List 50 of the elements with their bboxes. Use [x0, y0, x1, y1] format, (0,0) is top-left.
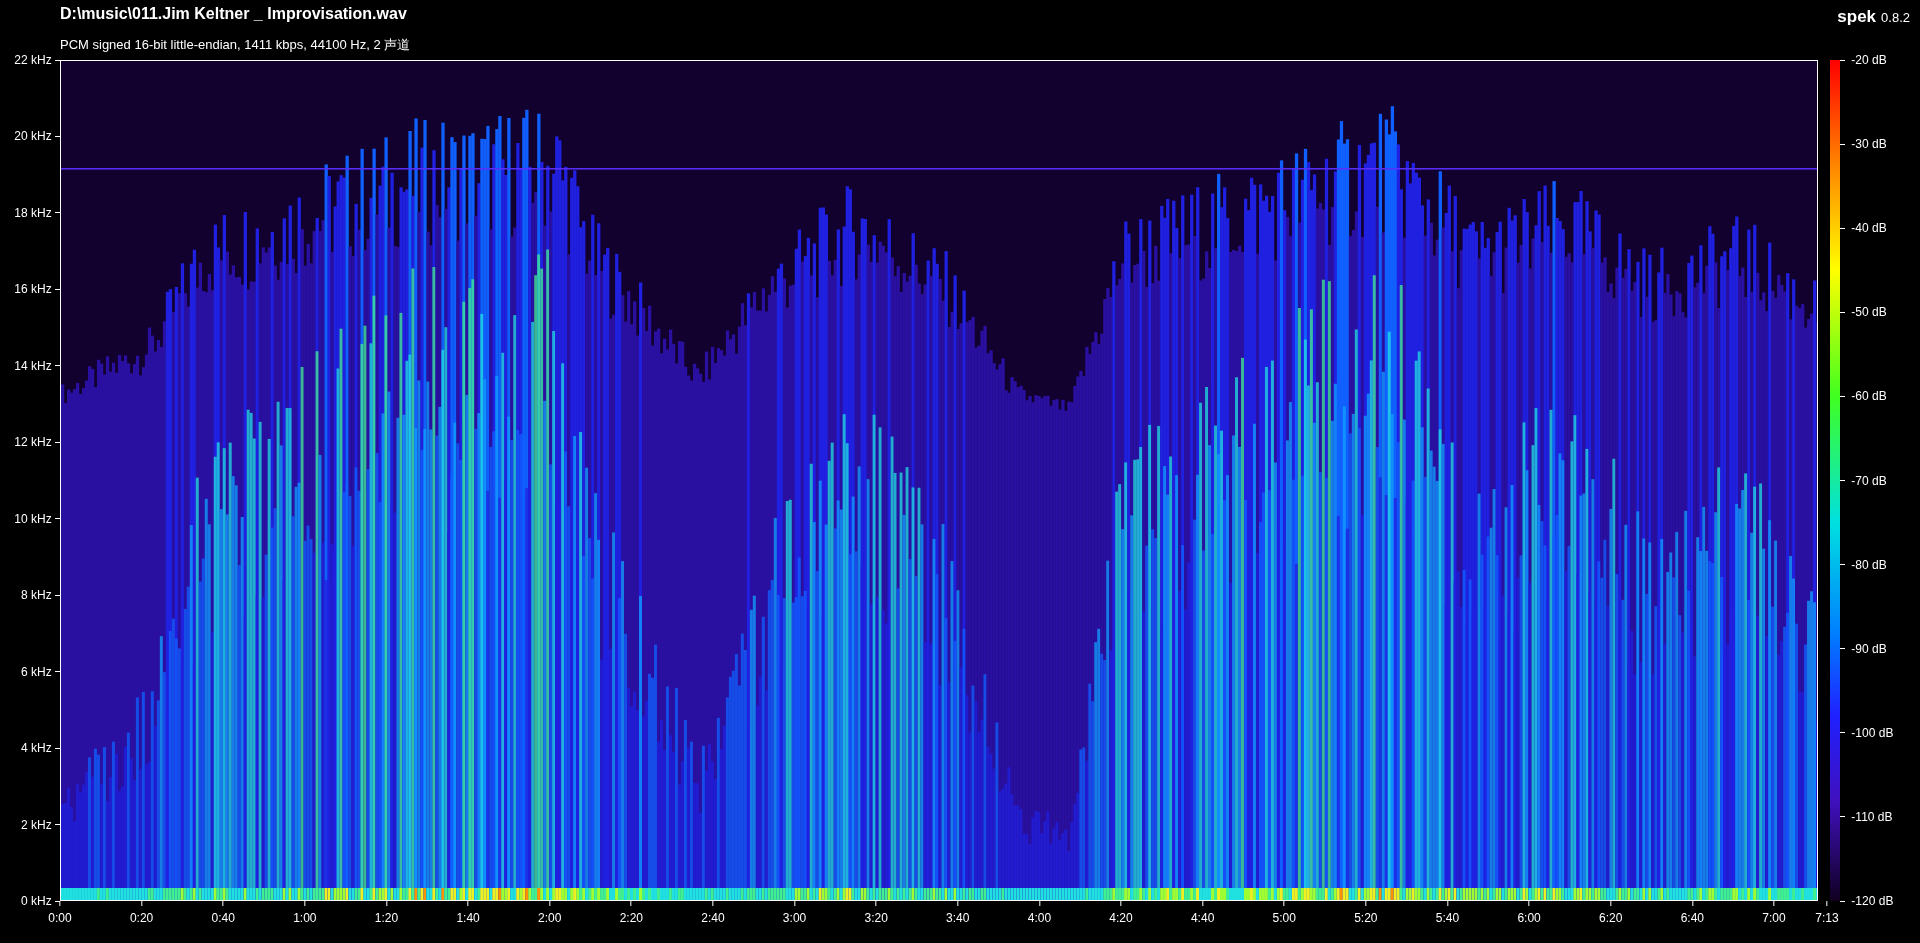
frequency-label: 0 kHz	[21, 894, 52, 908]
time-label: 6:00	[1517, 911, 1541, 925]
level-label: -40 dB	[1851, 221, 1887, 236]
time-label: 6:20	[1599, 911, 1623, 925]
time-label: 5:40	[1435, 911, 1460, 925]
frequency-label: 14 kHz	[14, 358, 52, 373]
frequency-label: 20 kHz	[14, 129, 52, 144]
frequency-label: 6 kHz	[21, 664, 52, 679]
time-label: 5:00	[1272, 911, 1296, 925]
time-label: 0:20	[129, 911, 154, 925]
time-label: 6:40	[1680, 911, 1704, 925]
time-label: 4:40	[1190, 911, 1215, 925]
level-label: -110 dB	[1851, 809, 1893, 824]
time-label: 7:00	[1762, 911, 1786, 925]
frequency-label: 22 kHz	[14, 53, 52, 67]
time-label: 3:20	[864, 911, 888, 925]
app-version: 0.8.2	[1881, 9, 1910, 27]
time-label: 1:40	[456, 911, 480, 925]
time-label: 5:20	[1354, 911, 1378, 925]
time-label: 0:40	[211, 911, 235, 925]
frequency-label: 12 kHz	[14, 435, 52, 450]
time-label: 1:20	[374, 911, 399, 925]
time-label: 3:40	[946, 911, 970, 925]
frequency-label: 18 kHz	[14, 205, 52, 220]
file-path-title: D:\music\011.Jim Keltner _ Improvisation.wav	[60, 4, 407, 24]
time-label: 2:40	[701, 911, 725, 925]
level-label: -70 dB	[1851, 473, 1887, 488]
level-label: -90 dB	[1851, 641, 1887, 656]
level-label: -80 dB	[1851, 557, 1887, 572]
frequency-label: 8 kHz	[21, 588, 52, 603]
frequency-label: 10 kHz	[14, 511, 52, 526]
time-label: 4:20	[1109, 911, 1133, 925]
app-name: spek	[1837, 6, 1877, 28]
time-label: 3:00	[782, 911, 807, 925]
time-label: 0:00	[48, 911, 72, 925]
time-label: 2:20	[619, 911, 643, 925]
time-label: 2:00	[538, 911, 562, 925]
format-info: PCM signed 16-bit little-endian, 1411 kbps, 44100 Hz, 2 声道	[60, 37, 411, 52]
frequency-label: 2 kHz	[21, 817, 52, 832]
frequency-label: 4 kHz	[21, 741, 52, 756]
level-label: -30 dB	[1851, 137, 1887, 152]
frequency-label: 16 kHz	[14, 282, 52, 297]
level-label: -20 dB	[1851, 53, 1887, 67]
time-label: 1:00	[293, 911, 317, 925]
level-label: -120 dB	[1851, 894, 1894, 908]
time-label: 4:00	[1027, 911, 1052, 925]
time-label: 7:13	[1815, 911, 1839, 925]
level-label: -100 dB	[1851, 725, 1894, 740]
level-label: -50 dB	[1851, 305, 1887, 320]
level-label: -60 dB	[1851, 389, 1887, 404]
